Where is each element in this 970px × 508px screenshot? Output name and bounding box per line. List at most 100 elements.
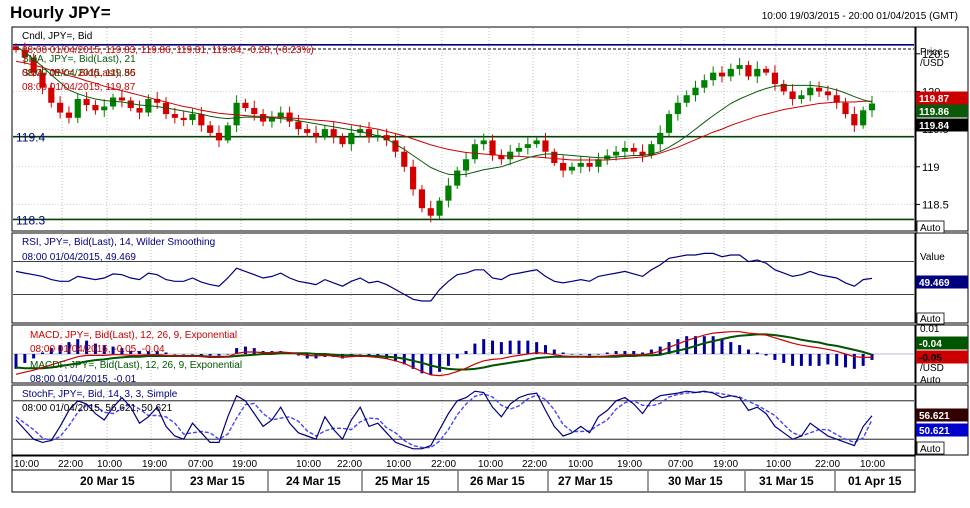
candle-body [692, 87, 699, 96]
x-date-label: 24 Mar 15 [286, 474, 341, 488]
x-time-tick: 10:00 [386, 459, 411, 470]
candle-body [348, 132, 355, 145]
x-date-label: 30 Mar 15 [668, 474, 723, 488]
macd-histogram-bar [473, 343, 477, 354]
candle-body [630, 147, 637, 152]
macd-histogram-bar [570, 354, 574, 355]
candle-body [65, 112, 73, 118]
candle-body [109, 97, 117, 107]
rsi-axis-title: Value [920, 252, 945, 263]
macdf-legend-name: MACDF, JPY=, Bid(Last), 12, 26, 9, Expon… [30, 360, 242, 371]
macd-histogram-bar [173, 354, 177, 355]
price-series [12, 42, 876, 223]
macd-histogram-bar [482, 339, 486, 354]
candle-body [683, 95, 690, 103]
x-time-tick: 10:00 [860, 459, 885, 470]
candle-body [701, 80, 708, 88]
candle-body [83, 99, 90, 106]
candle-body [304, 129, 311, 133]
macd-histogram-bar [685, 336, 689, 354]
candle-body [418, 189, 426, 209]
candle-body [586, 163, 593, 167]
candle-body [551, 151, 558, 163]
candle-body [480, 140, 487, 145]
x-date-label: 23 Mar 15 [190, 474, 245, 488]
macd-legend-name: MACD, JPY=, Bid(Last), 12, 26, 9, Expone… [30, 330, 237, 341]
stoch-d-value-tag: 50.621 [919, 426, 950, 437]
x-time-tick: 10:00 [97, 459, 122, 470]
candle-body [454, 170, 461, 186]
candle-body [824, 91, 831, 96]
candle-body [401, 151, 408, 167]
price-tick-label: 118.5 [922, 199, 949, 211]
candle-body [507, 151, 514, 160]
candle-body [851, 114, 858, 126]
candle-body [815, 87, 823, 92]
x-date-label: 01 Apr 15 [848, 474, 902, 488]
candle-body [330, 129, 337, 137]
stoch-legend-values: 08:00 01/04/2015, 56.621, 50.621 [22, 403, 173, 414]
stoch-auto-button: Auto [920, 444, 941, 455]
candle-body [789, 91, 796, 99]
candle-body [233, 102, 240, 126]
macdf-legend-values: 08:00 01/04/2015, -0.01 [30, 374, 137, 385]
candle-body [392, 140, 399, 152]
x-time-tick: 22:00 [337, 459, 362, 470]
macd-histogram-bar [632, 351, 636, 354]
x-time-tick: 22:00 [815, 459, 840, 470]
candle-body [524, 144, 531, 148]
candle-body [621, 147, 628, 152]
macd-legend-values: 08:00 01/04/2015, -0.05, -0.04 [30, 344, 165, 355]
macd-histogram-bar [464, 351, 468, 354]
chart-canvas[interactable]: 119.4118.3 120.5120119.5119118.5Price/US… [0, 0, 970, 508]
candle-body [462, 159, 470, 171]
macd-histogram-bar [729, 342, 733, 354]
price-legend-name: Cndl, JPY=, Bid [22, 31, 92, 42]
rsi-value-tag: 49.469 [919, 278, 950, 289]
x-time-tick: 19:00 [232, 459, 257, 470]
macd-histogram-bar [164, 352, 168, 354]
x-time-tick: 19:00 [713, 459, 738, 470]
macd-histogram-bar [190, 354, 194, 355]
candle-body [224, 125, 231, 141]
candle-body [736, 65, 743, 69]
macd-histogram-bar [623, 351, 627, 354]
candle-body [471, 144, 478, 160]
candle-body [312, 132, 320, 137]
candle-body [745, 65, 752, 77]
candle-body [339, 136, 346, 145]
x-date-label: 31 Mar 15 [759, 474, 814, 488]
candle-body [180, 117, 187, 121]
macd-histogram-bar [817, 354, 821, 366]
x-date-label: 25 Mar 15 [375, 474, 430, 488]
macd-histogram-bar [791, 354, 795, 366]
candle-body [489, 140, 496, 156]
rsi-line [15, 252, 873, 302]
macd-histogram-bar [517, 340, 521, 354]
candle-body [74, 99, 81, 118]
x-time-tick: 19:00 [142, 459, 167, 470]
macd-histogram-bar [208, 354, 212, 356]
x-time-tick: 10:00 [14, 459, 39, 470]
candle-body [763, 68, 770, 73]
candle-body [868, 103, 876, 111]
candle-body [410, 166, 417, 190]
candle-body [674, 102, 681, 115]
candle-body [798, 95, 805, 99]
candle-body [515, 147, 523, 152]
candle-body [842, 102, 849, 115]
stoch-legend-name: StochF, JPY=, Bid, 14, 3, 3, Simple [22, 389, 178, 400]
x-date-label: 20 Mar 15 [80, 474, 135, 488]
candle-body [718, 72, 726, 77]
macd-histogram-bar [861, 354, 865, 366]
candle-body [215, 132, 223, 141]
macdf-value-tag: -0.04 [919, 339, 942, 350]
candle-body [198, 114, 205, 126]
candle-body [754, 68, 761, 77]
macd-histogram-bar [826, 354, 830, 365]
price-legend-name: SMA, JPY=, Bid(Last), 55 [22, 68, 136, 79]
sma55-value-tag: 119.87 [919, 94, 949, 105]
candle-body [207, 125, 214, 133]
macd-histogram-bar [579, 354, 583, 355]
price-axis-title: Price [920, 47, 943, 58]
